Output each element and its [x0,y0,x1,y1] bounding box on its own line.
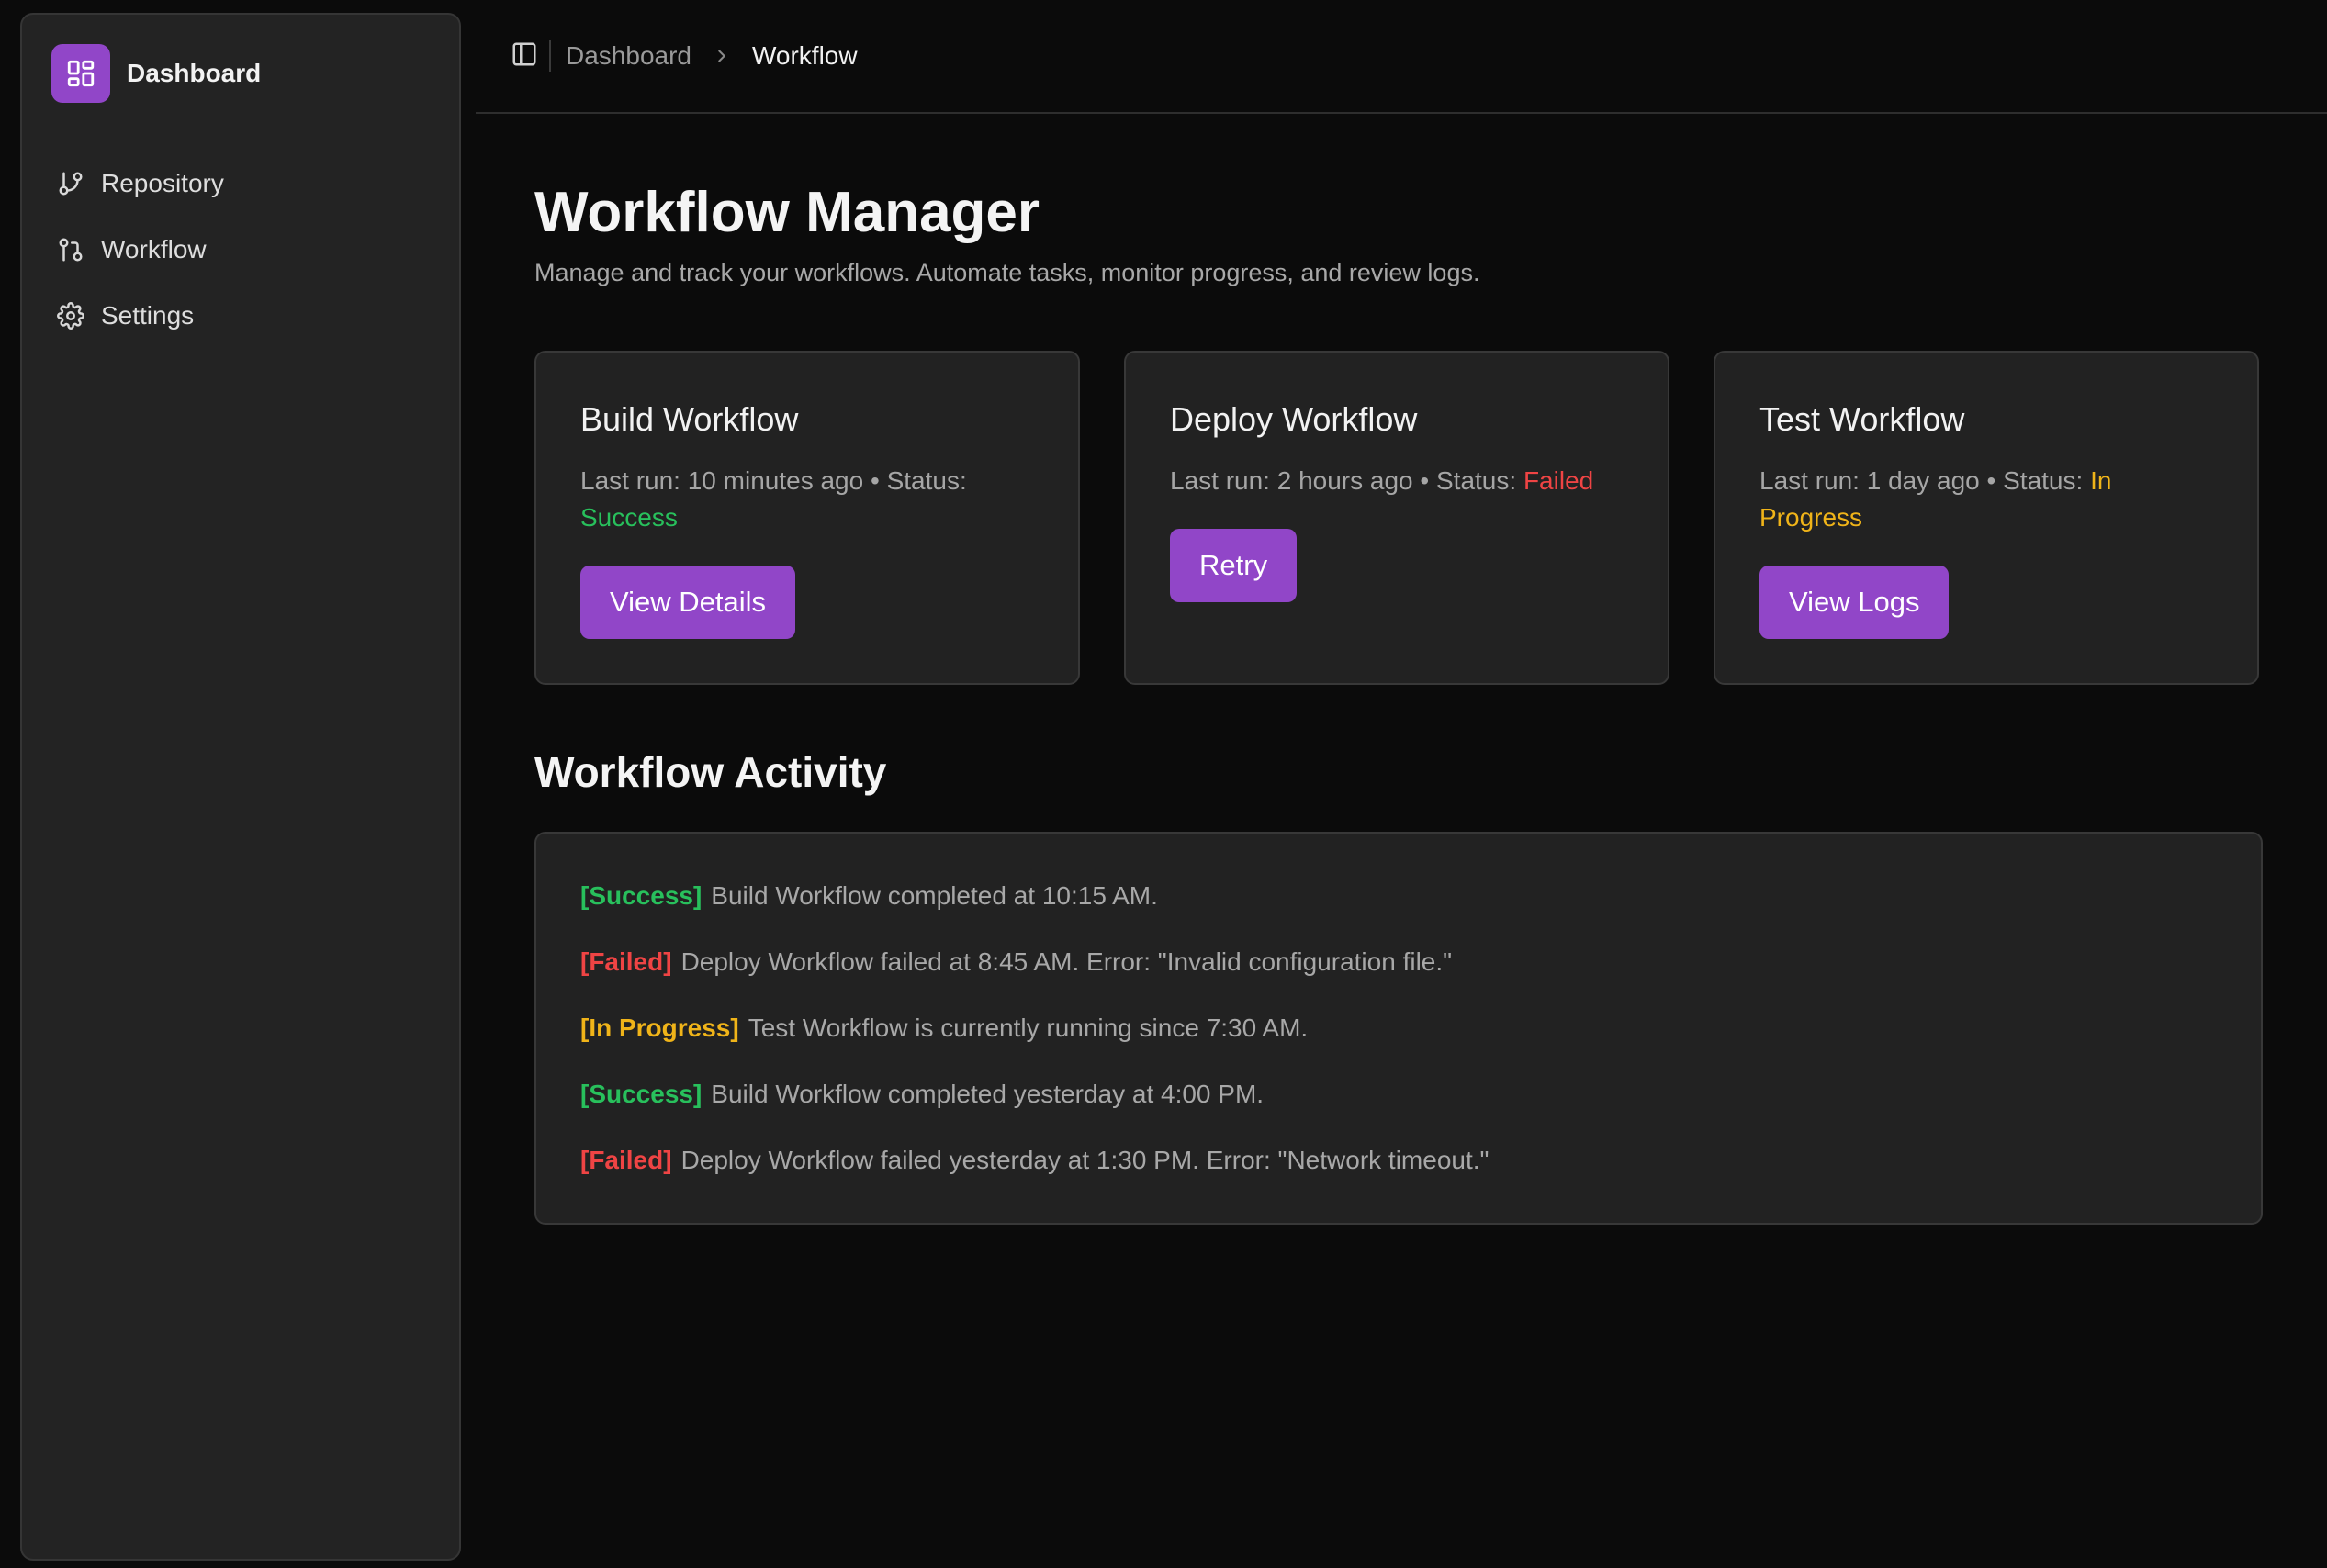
card-meta: Last run: 1 day ago • Status: In Progres… [1759,463,2213,536]
workflow-card-build: Build Workflow Last run: 10 minutes ago … [534,351,1080,685]
sidebar-item-repository[interactable]: Repository [51,158,437,209]
log-status-tag: [Success] [580,881,703,910]
gear-icon [55,300,86,331]
git-branch-icon [55,168,86,199]
activity-section-title: Workflow Activity [534,748,887,796]
sidebar-item-settings[interactable]: Settings [51,290,437,342]
view-details-button[interactable]: View Details [580,566,796,639]
meta-dot: • [1420,466,1430,495]
page-subtitle: Manage and track your workflows. Automat… [534,259,1480,286]
brand-name: Dashboard [127,59,262,87]
breadcrumb-current: Workflow [751,41,858,70]
card-title: Test Workflow [1759,400,1965,438]
log-status-tag: [Success] [580,1080,703,1108]
breadcrumb-dashboard-link[interactable]: Dashboard [566,41,691,71]
retry-button[interactable]: Retry [1170,529,1298,602]
status-label: Status: [886,466,967,495]
sidebar-item-workflow[interactable]: Workflow [51,224,437,275]
status-label: Status: [2003,466,2084,495]
list-item: [Failed] Deploy Workflow failed yesterday… [580,1142,2217,1179]
log-status-tag: [In Progress] [580,1014,739,1042]
list-item: [Success] Build Workflow completed yester… [580,1076,2217,1113]
chevron-right-icon [712,46,732,66]
divider [549,40,551,72]
log-text: Deploy Workflow failed yesterday at 1:30… [680,1146,1490,1174]
meta-dot: • [1986,466,1996,495]
page-title: Workflow Manager [534,181,1040,244]
last-run-text: Last run: 10 minutes ago [580,466,864,495]
card-meta: Last run: 10 minutes ago • Status: Succe… [580,463,1034,536]
breadcrumb: Dashboard Workflow [566,40,858,72]
sidebar: Dashboard Repository Workflow Settings [20,13,461,1561]
activity-log: [Success] Build Workflow completed at 10:… [534,832,2263,1225]
layout-dashboard-icon [51,44,110,103]
git-pull-request-icon [55,234,86,265]
list-item: [Failed] Deploy Workflow failed at 8:45 A… [580,944,2217,980]
app-window: Dashboard Repository Workflow Settings D… [0,0,2327,1568]
sidebar-item-label: Workflow [101,235,207,263]
last-run-text: Last run: 1 day ago [1759,466,1980,495]
workflow-card-test: Test Workflow Last run: 1 day ago • Stat… [1714,351,2259,685]
workflow-card-deploy: Deploy Workflow Last run: 2 hours ago • … [1124,351,1669,685]
sidebar-toggle-button[interactable] [509,40,540,72]
list-item: [In Progress] Test Workflow is currently … [580,1010,2217,1047]
sidebar-brand[interactable]: Dashboard [51,44,261,103]
status-label: Status: [1436,466,1517,495]
sidebar-item-label: Settings [101,301,195,330]
sidebar-nav: Repository Workflow Settings [51,158,437,356]
log-text: Deploy Workflow failed at 8:45 AM. Error… [680,947,1453,976]
card-meta: Last run: 2 hours ago • Status: Failed [1170,463,1624,499]
card-title: Deploy Workflow [1170,400,1418,438]
card-title: Build Workflow [580,400,799,438]
view-logs-button[interactable]: View Logs [1759,566,1950,639]
sidebar-item-label: Repository [101,169,224,197]
panel-left-icon [511,40,538,73]
list-item: [Success] Build Workflow completed at 10:… [580,878,2217,914]
log-status-tag: [Failed] [580,1146,672,1174]
status-badge: Success [580,503,678,532]
top-bar: Dashboard Workflow [476,0,2327,114]
meta-dot: • [870,466,880,495]
log-text: Test Workflow is currently running since… [748,1014,1309,1042]
status-badge: Failed [1523,466,1594,495]
workflow-cards: Build Workflow Last run: 10 minutes ago … [534,351,2263,685]
log-text: Build Workflow completed yesterday at 4:… [711,1080,1265,1108]
log-text: Build Workflow completed at 10:15 AM. [711,881,1158,910]
last-run-text: Last run: 2 hours ago [1170,466,1413,495]
log-status-tag: [Failed] [580,947,672,976]
